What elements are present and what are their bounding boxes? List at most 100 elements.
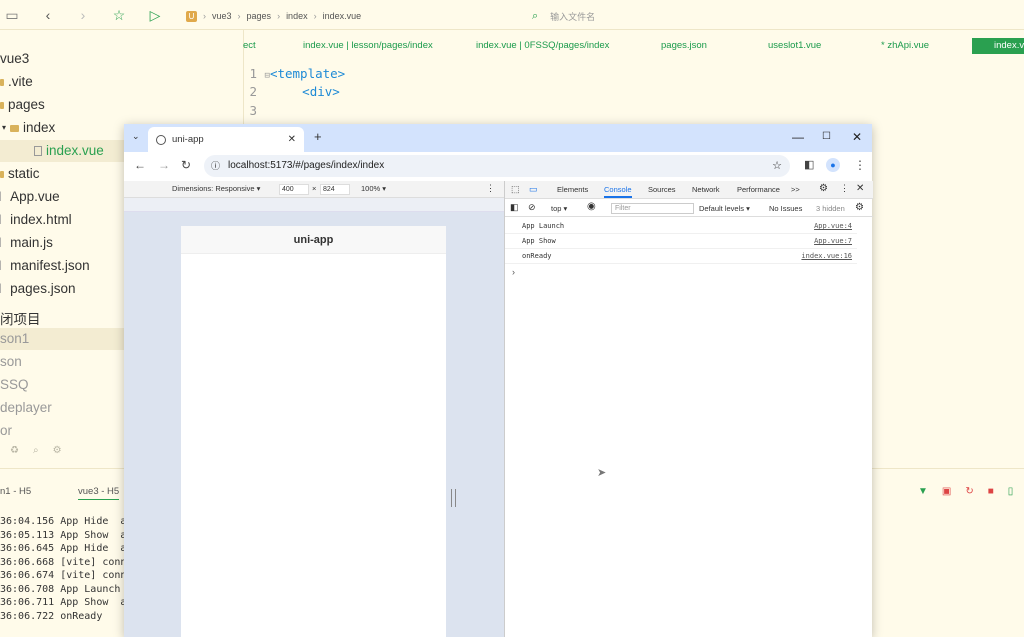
editor-tab[interactable]: ect — [243, 40, 256, 51]
resize-handle[interactable] — [451, 489, 456, 507]
clear-icon[interactable]: ▯ — [1008, 486, 1014, 497]
filter-input[interactable]: Filter — [611, 203, 694, 214]
device-toggle-icon[interactable]: ▭ — [529, 184, 538, 195]
more-tabs[interactable]: >> — [791, 185, 800, 194]
browser-tab-title: uni-app — [172, 134, 204, 145]
editor-tab[interactable]: useslot1.vue — [768, 40, 821, 51]
chevron-right-icon: › — [277, 11, 281, 21]
terminal-tab[interactable]: n1 - H5 — [0, 486, 31, 497]
tree-item-index-html[interactable]: ▏ index.html — [0, 209, 72, 231]
file-icon: ▏ — [0, 238, 7, 247]
forward-icon[interactable]: › — [75, 7, 91, 23]
closed-project-item[interactable]: deplayer — [0, 397, 52, 419]
breadcrumb-item[interactable]: vue3 — [212, 11, 232, 21]
terminal-tab-active[interactable]: vue3 - H5 — [78, 486, 120, 500]
zoom-select[interactable]: 100% ▾ — [361, 184, 386, 193]
code-text: <div> — [272, 84, 340, 99]
closed-project-item[interactable]: son — [0, 351, 22, 373]
editor-tab[interactable]: * zhApi.vue — [881, 40, 929, 51]
inspect-icon[interactable]: ⬚ — [511, 184, 520, 195]
more-icon[interactable]: ⋮ — [840, 183, 849, 194]
console-settings-icon[interactable]: ⚙ — [855, 202, 864, 213]
site-info-icon[interactable]: ⓘ — [211, 155, 220, 177]
close-devtools-icon[interactable]: ✕ — [856, 183, 864, 194]
context-select[interactable]: top ▾ — [551, 204, 567, 213]
sidebar-icon[interactable]: ◧ — [510, 202, 519, 213]
file-icon: ▏ — [0, 215, 7, 224]
tree-item-static[interactable]: static — [0, 163, 40, 185]
settings-gear-icon[interactable]: ⚙ — [819, 183, 828, 194]
tab-sources[interactable]: Sources — [648, 185, 676, 194]
closed-project-item[interactable]: SSQ — [0, 374, 29, 396]
trash-icon[interactable]: ♻ — [10, 445, 19, 456]
dimensions-select[interactable]: Dimensions: Responsive ▾ — [172, 184, 260, 193]
side-panel-icon[interactable]: ◧ — [804, 158, 814, 171]
address-bar[interactable]: ⓘ localhost:5173/#/pages/index/index ☆ — [204, 155, 790, 177]
maximize-icon[interactable]: ☐ — [822, 131, 831, 142]
tree-item-manifest[interactable]: ▏ manifest.json — [0, 255, 90, 277]
file-search-input[interactable]: 输入文件名 — [550, 10, 595, 23]
restart-icon[interactable]: ↻ — [965, 486, 973, 497]
lock-icon[interactable]: ▣ — [942, 486, 951, 497]
file-icon: ▏ — [0, 284, 7, 293]
stop-icon[interactable]: ■ — [988, 486, 994, 497]
favorite-icon[interactable]: ☆ — [111, 7, 127, 23]
source-link[interactable]: App.vue:4 — [814, 219, 852, 233]
editor-tab-active[interactable]: index.vu — [972, 38, 1024, 54]
breadcrumb-item[interactable]: pages — [247, 11, 272, 21]
editor-tab[interactable]: pages.json — [661, 40, 707, 51]
close-tab-icon[interactable]: ✕ — [288, 134, 296, 145]
tree-item-app-vue[interactable]: ▏ App.vue — [0, 186, 60, 208]
forward-icon[interactable]: → — [158, 158, 170, 172]
chevron-right-icon: › — [203, 11, 206, 21]
minimize-icon[interactable]: — — [792, 130, 804, 144]
save-icon[interactable]: ▭ — [4, 7, 20, 23]
closed-project-item[interactable]: or — [0, 420, 12, 442]
back-icon[interactable]: ‹ — [40, 7, 56, 23]
file-search[interactable]: ⌕ 输入文件名 — [532, 8, 595, 24]
profile-icon[interactable]: ● — [826, 158, 840, 172]
code-editor[interactable]: 1 ⊟<template> 2 <div> 3 — [243, 60, 1024, 130]
tree-item-vue3[interactable]: vue3 — [0, 48, 29, 70]
reload-icon[interactable]: ↻ — [181, 158, 191, 172]
tree-item-vite[interactable]: .vite — [0, 71, 33, 93]
browser-tab[interactable]: uni-app ✕ — [148, 127, 304, 152]
tab-search-icon[interactable]: ⌄ — [132, 131, 140, 142]
breadcrumb-item[interactable]: index — [286, 11, 308, 21]
chevron-down-icon: ▾ — [2, 123, 7, 132]
log-line: 36:06.668 [vite] conn — [0, 556, 127, 568]
source-link[interactable]: App.vue:7 — [814, 234, 852, 248]
eye-icon[interactable]: ◉ — [587, 201, 596, 212]
new-tab-icon[interactable]: + — [314, 129, 322, 144]
folder-icon — [0, 78, 4, 86]
editor-tab[interactable]: index.vue | 0FSSQ/pages/index — [476, 40, 609, 51]
search-icon[interactable]: ⌕ — [33, 445, 39, 456]
console-log: 36:04.156 App Hide a 36:05.113 App Show … — [0, 515, 126, 623]
tab-console[interactable]: Console — [604, 185, 632, 198]
height-input[interactable]: 824 — [320, 184, 350, 195]
tree-item-pages-json[interactable]: ▏ pages.json — [0, 278, 75, 300]
tab-performance[interactable]: Performance — [737, 185, 780, 194]
breadcrumb-item[interactable]: index.vue — [323, 11, 362, 21]
tree-item-index-folder[interactable]: ▾ index — [2, 117, 55, 139]
run-icon[interactable]: ▷ — [147, 7, 163, 23]
tree-item-pages[interactable]: pages — [0, 94, 45, 116]
back-icon[interactable]: ← — [134, 158, 146, 172]
filter-icon[interactable]: ▼ — [918, 486, 928, 497]
close-window-icon[interactable]: ✕ — [852, 130, 862, 144]
levels-select[interactable]: Default levels ▾ — [699, 204, 750, 213]
device-screen[interactable]: uni-app — [181, 226, 446, 637]
source-link[interactable]: index.vue:16 — [801, 249, 852, 263]
bookmark-star-icon[interactable]: ☆ — [772, 155, 782, 177]
menu-icon[interactable]: ⋮ — [854, 158, 866, 172]
tree-item-main-js[interactable]: ▏ main.js — [0, 232, 53, 254]
issues-count[interactable]: No Issues — [769, 204, 802, 213]
console-prompt[interactable]: › — [512, 267, 515, 277]
tab-elements[interactable]: Elements — [557, 185, 588, 194]
tab-network[interactable]: Network — [692, 185, 720, 194]
more-icon[interactable]: ⋮ — [486, 183, 495, 194]
width-input[interactable]: 400 — [279, 184, 309, 195]
clear-console-icon[interactable]: ⊘ — [528, 202, 536, 213]
editor-tab[interactable]: index.vue | lesson/pages/index — [303, 40, 433, 51]
plugin-icon[interactable]: ⚙ — [53, 445, 62, 456]
